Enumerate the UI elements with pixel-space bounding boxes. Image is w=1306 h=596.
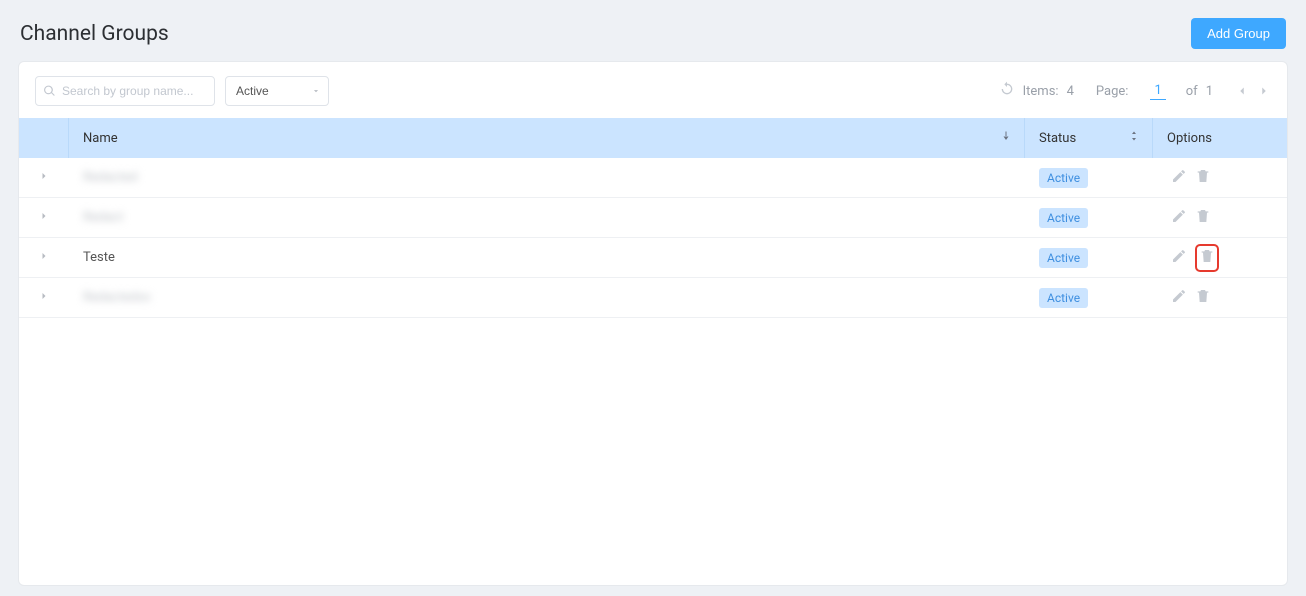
cell-status: Active	[1025, 238, 1153, 277]
col-status-label: Status	[1039, 131, 1076, 146]
table-row: Redactedxx Active	[19, 278, 1287, 318]
delete-button[interactable]	[1195, 208, 1211, 228]
chevron-right-icon	[38, 170, 50, 186]
delete-button[interactable]	[1199, 248, 1215, 268]
toolbar-right: Items: 4 Page: 1 of 1	[999, 81, 1271, 101]
search-wrap	[35, 76, 215, 106]
edit-icon	[1171, 168, 1187, 188]
delete-button-wrap	[1195, 208, 1211, 228]
add-group-button[interactable]: Add Group	[1191, 18, 1286, 49]
status-badge: Active	[1039, 208, 1088, 228]
expand-button[interactable]	[19, 158, 69, 197]
row-name: Redactedxx	[83, 290, 151, 305]
col-expand-header	[19, 118, 69, 158]
edit-button[interactable]	[1171, 168, 1187, 188]
edit-button[interactable]	[1171, 248, 1187, 268]
expand-button[interactable]	[19, 238, 69, 277]
row-name: Redact	[83, 210, 123, 225]
chevron-right-icon	[38, 250, 50, 266]
edit-icon	[1171, 288, 1187, 308]
delete-button-wrap	[1195, 168, 1211, 188]
refresh-button[interactable]	[999, 81, 1015, 101]
status-badge: Active	[1039, 288, 1088, 308]
col-status-header[interactable]: Status	[1025, 118, 1153, 158]
total-pages: 1	[1206, 84, 1213, 99]
chevron-right-icon	[38, 290, 50, 306]
status-badge: Active	[1039, 168, 1088, 188]
cell-name: Redact	[69, 198, 1025, 237]
sort-down-icon	[1000, 130, 1012, 146]
cell-options	[1153, 198, 1287, 237]
cell-name: Redacted	[69, 158, 1025, 197]
table-row: Redacted Active	[19, 158, 1287, 198]
trash-icon	[1195, 208, 1211, 228]
col-options-label: Options	[1167, 131, 1212, 146]
items-label: Items:	[1023, 84, 1059, 99]
delete-button-highlighted	[1195, 244, 1219, 272]
status-badge: Active	[1039, 248, 1088, 268]
page: Channel Groups Add Group Active	[0, 0, 1306, 596]
delete-button[interactable]	[1195, 288, 1211, 308]
rows-container: RedactedActiveRedactActiveTesteActiveRed…	[19, 158, 1287, 318]
row-name: Redacted	[83, 170, 138, 185]
chevron-right-icon	[38, 210, 50, 226]
cell-options	[1153, 158, 1287, 197]
page-label: Page:	[1096, 84, 1129, 99]
expand-button[interactable]	[19, 278, 69, 317]
filter-select[interactable]: Active	[225, 76, 329, 106]
col-options-header: Options	[1153, 118, 1287, 158]
trash-icon	[1195, 168, 1211, 188]
items-count: 4	[1067, 84, 1074, 99]
edit-button[interactable]	[1171, 208, 1187, 228]
row-name: Teste	[83, 250, 115, 265]
toolbar: Active Items: 4 Page: 1 of 1	[19, 62, 1287, 118]
delete-button-wrap	[1195, 288, 1211, 308]
edit-icon	[1171, 248, 1187, 268]
sort-both-icon	[1128, 130, 1140, 146]
delete-button[interactable]	[1195, 168, 1211, 188]
trash-icon	[1199, 248, 1215, 268]
expand-button[interactable]	[19, 198, 69, 237]
col-name-header[interactable]: Name	[69, 118, 1025, 158]
of-label: of	[1186, 84, 1198, 99]
search-input[interactable]	[35, 76, 215, 106]
page-title: Channel Groups	[20, 22, 169, 46]
header: Channel Groups Add Group	[18, 10, 1288, 61]
trash-icon	[1195, 288, 1211, 308]
cell-status: Active	[1025, 158, 1153, 197]
cell-name: Redactedxx	[69, 278, 1025, 317]
col-name-label: Name	[83, 131, 118, 146]
cell-options	[1153, 238, 1287, 277]
edit-button[interactable]	[1171, 288, 1187, 308]
table-header: Name Status Options	[19, 118, 1287, 158]
cell-name: Teste	[69, 238, 1025, 277]
card: Active Items: 4 Page: 1 of 1	[18, 61, 1288, 586]
next-page-button[interactable]	[1257, 84, 1271, 98]
edit-icon	[1171, 208, 1187, 228]
current-page[interactable]: 1	[1150, 83, 1165, 100]
filter-select-wrap: Active	[225, 76, 329, 106]
cell-status: Active	[1025, 198, 1153, 237]
cell-status: Active	[1025, 278, 1153, 317]
prev-page-button[interactable]	[1235, 84, 1249, 98]
cell-options	[1153, 278, 1287, 317]
table-row: Teste Active	[19, 238, 1287, 278]
table-row: Redact Active	[19, 198, 1287, 238]
